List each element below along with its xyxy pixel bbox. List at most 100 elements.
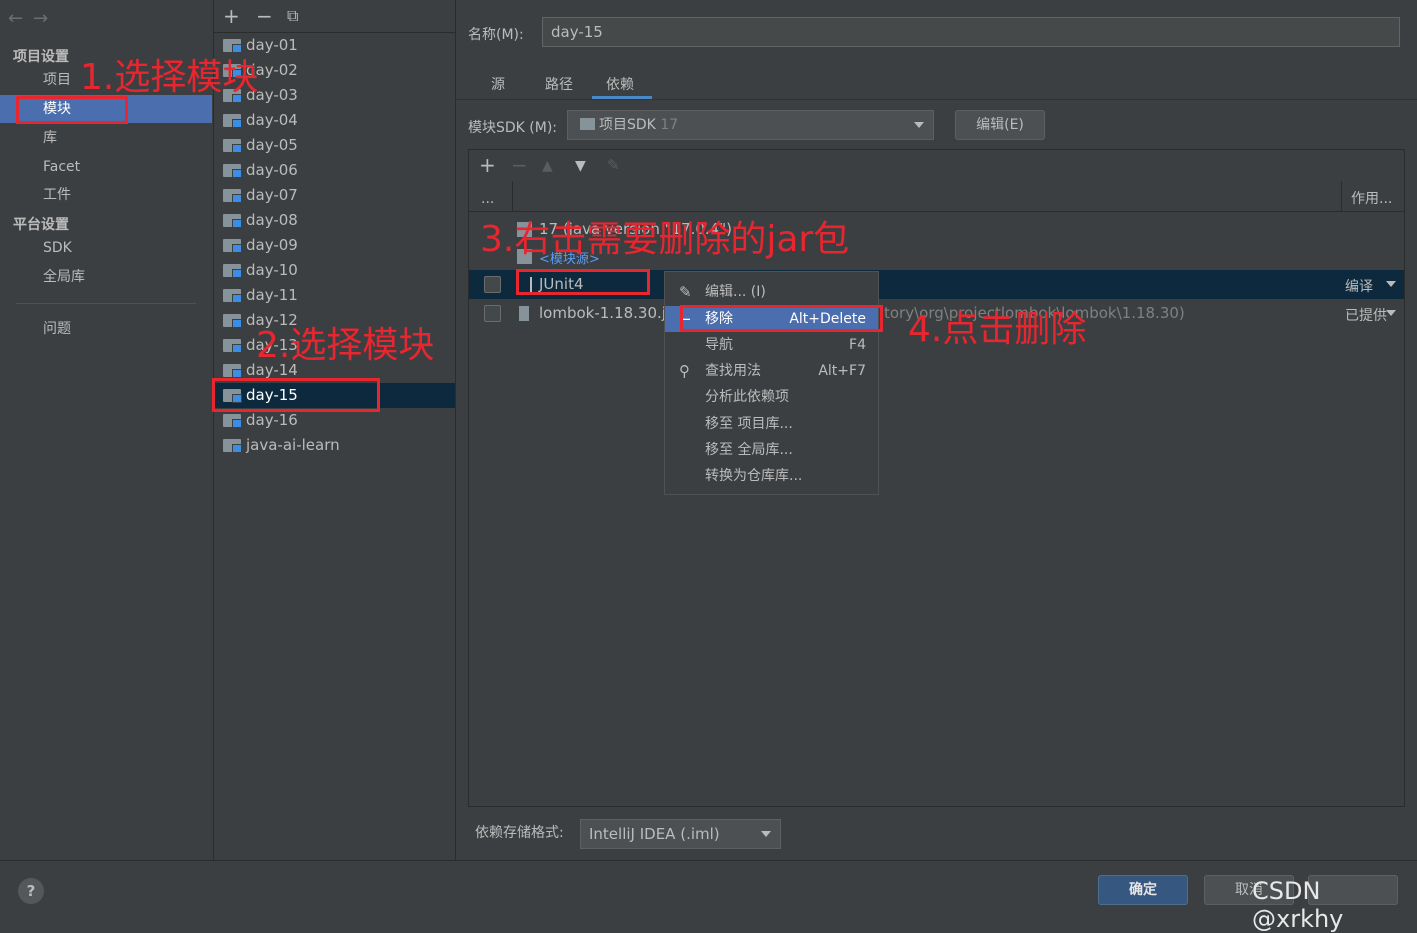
dialog-footer: ? 确定 取消 CSDN @xrkhy [0,860,1417,933]
module-folder-icon [223,189,242,203]
sidebar-item-global-libraries[interactable]: 全局库 [0,263,212,291]
module-label: java-ai-learn [246,436,340,454]
module-item[interactable]: day-10 [214,258,455,283]
column-splitter [512,181,513,211]
module-item[interactable]: day-07 [214,183,455,208]
search-icon: ⚲ [679,362,690,380]
ok-button[interactable]: 确定 [1098,875,1188,905]
menu-label: 查找用法 [705,363,761,379]
module-folder-icon [223,264,242,278]
forward-arrow-icon[interactable]: → [33,8,58,29]
chevron-down-icon [1386,281,1396,287]
module-label: day-04 [246,111,298,129]
chevron-down-icon [761,831,771,837]
sdk-version: 17 [660,117,679,133]
module-sdk-select[interactable]: 项目SDK 17 [567,110,934,140]
module-folder-icon [223,289,242,303]
pencil-icon: ✎ [679,283,692,301]
back-arrow-icon[interactable]: ← [8,8,33,29]
sdk-name: 项目SDK [599,117,656,133]
sidebar-item-problems[interactable]: 问题 [0,315,212,343]
module-folder-icon [223,139,242,153]
module-folder-icon [223,214,242,228]
sidebar-item-facet[interactable]: Facet [0,153,212,181]
module-item[interactable]: day-06 [214,158,455,183]
sidebar-item-artifacts[interactable]: 工件 [0,181,212,209]
remove-icon[interactable]: − [256,4,273,28]
storage-format-select[interactable]: IntelliJ IDEA (.iml) [580,819,781,849]
module-folder-icon [223,339,242,353]
project-settings-title: 项目设置 [13,49,69,65]
module-folder-icon [223,114,242,128]
module-item[interactable]: day-08 [214,208,455,233]
help-button[interactable]: ? [18,878,44,904]
annotation-box-remove [680,305,883,332]
module-label: day-10 [246,261,298,279]
chevron-down-icon [1386,310,1396,316]
menu-shortcut: Alt+F7 [818,363,866,379]
module-toolbar: + − ⧉ [214,0,455,33]
dependencies-toolbar: + − ▲ ▼ ✎ [469,150,1404,182]
annotation-box-day15 [212,378,380,412]
menu-item-find-usages[interactable]: ⚲ 查找用法 Alt+F7 [665,358,878,384]
module-folder-icon [223,439,242,453]
storage-format-value: IntelliJ IDEA (.iml) [589,825,720,843]
module-folder-icon [223,414,242,428]
module-label: day-08 [246,211,298,229]
nav-arrows[interactable]: ←→ [8,8,58,29]
tab-dependencies[interactable]: 依赖 [606,74,634,94]
name-label: 名称(M): [468,27,524,43]
export-checkbox[interactable] [484,305,501,322]
module-label: day-07 [246,186,298,204]
module-label: day-05 [246,136,298,154]
menu-item-navigate[interactable]: 导航 F4 [665,332,878,358]
menu-item-move-project[interactable]: 移至 项目库... [665,411,878,437]
watermark: CSDN @xrkhy [1252,877,1344,933]
move-down-icon[interactable]: ▼ [575,158,586,174]
module-item[interactable]: day-09 [214,233,455,258]
annotation-box-modules [16,96,128,124]
module-label: day-06 [246,161,298,179]
scope-value[interactable]: 编译 [1345,276,1373,296]
annotation-step3: 3.右击需要删除的jar包 [480,219,850,260]
menu-item-analyze[interactable]: 分析此依赖项 [665,384,878,410]
sidebar-item-sdk[interactable]: SDK [0,234,212,262]
annotation-step2: 2.选择模块 [256,325,435,366]
sidebar-item-libraries[interactable]: 库 [0,124,212,152]
edit-sdk-button[interactable]: 编辑(E) [955,110,1045,140]
module-item[interactable]: day-11 [214,283,455,308]
module-label: day-11 [246,286,298,304]
copy-icon[interactable]: ⧉ [287,6,298,26]
module-sdk-label: 模块SDK (M): [468,120,558,136]
module-detail-panel: 名称(M): day-15 源 路径 依赖 模块SDK (M): 项目SDK 1… [455,0,1417,860]
settings-sidebar: ←→ 项目设置 项目 模块 库 Facet 工件 平台设置 SDK 全局库 问题 [0,0,212,860]
edit-pencil-icon[interactable]: ✎ [607,156,620,174]
menu-item-edit[interactable]: ✎ 编辑... (I) [665,279,878,305]
sidebar-divider [16,303,196,304]
scope-value[interactable]: 已提供 [1345,305,1387,325]
export-checkbox[interactable] [484,276,501,293]
module-label: day-09 [246,236,298,254]
lombok-label: lombok-1.18.30.j [539,304,666,322]
column-splitter [1341,181,1342,211]
module-item[interactable]: day-04 [214,108,455,133]
module-item[interactable]: day-05 [214,133,455,158]
module-item[interactable]: java-ai-learn [214,433,455,458]
add-dependency-icon[interactable]: + [479,153,496,177]
tab-paths[interactable]: 路径 [545,74,573,94]
module-folder-icon [223,364,242,378]
name-input[interactable]: day-15 [542,17,1400,47]
move-up-icon[interactable]: ▲ [542,158,553,174]
module-folder-icon [223,314,242,328]
menu-item-move-global[interactable]: 移至 全局库... [665,437,878,463]
dependencies-header: ... 作用... [469,181,1404,212]
add-icon[interactable]: + [223,4,240,28]
folder-icon [580,118,595,130]
annotation-step4: 4.点击删除 [908,309,1087,350]
annotation-step1: 1.选择模块 [80,57,259,98]
column-scope: 作用... [1351,191,1393,207]
menu-label: 编辑... (I) [705,284,766,300]
remove-dependency-icon[interactable]: − [511,153,528,177]
tab-sources[interactable]: 源 [491,74,505,94]
menu-item-convert-repo[interactable]: 转换为仓库库... [665,463,878,489]
